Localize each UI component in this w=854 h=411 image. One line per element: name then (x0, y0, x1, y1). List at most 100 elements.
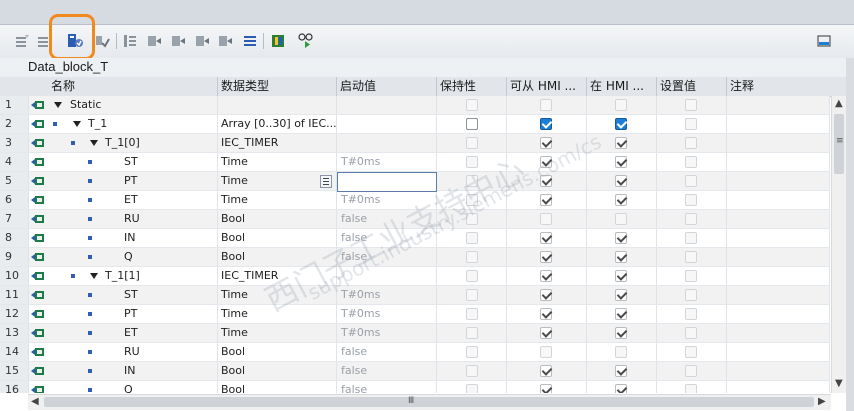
setpoint-checkbox[interactable] (685, 346, 697, 358)
setpoint-checkbox[interactable] (685, 365, 697, 377)
table-row[interactable]: 14 RU Bool false (0, 343, 830, 362)
setpoint-checkbox[interactable] (685, 251, 697, 263)
hmi-visible-checkbox[interactable] (615, 213, 627, 225)
col-start-value[interactable]: 启动值 (337, 77, 437, 96)
retain-checkbox[interactable] (466, 137, 478, 149)
col-retain[interactable]: 保持性 (437, 77, 507, 96)
name-cell[interactable] (48, 248, 218, 266)
hmi-visible-checkbox[interactable] (615, 137, 627, 149)
start-value-cell[interactable]: T#0ms (337, 286, 437, 304)
hmi-visible-checkbox[interactable] (615, 118, 627, 130)
hmi-accessible-checkbox[interactable] (540, 232, 552, 244)
data-type-cell[interactable]: Bool (218, 381, 337, 393)
setpoint-checkbox[interactable] (685, 270, 697, 282)
retain-checkbox[interactable] (466, 118, 478, 130)
data-type-cell[interactable]: Time (218, 153, 337, 171)
retain-checkbox[interactable] (466, 346, 478, 358)
hmi-visible-checkbox[interactable] (615, 384, 627, 393)
start-value-editor[interactable] (337, 172, 437, 192)
setpoint-checkbox[interactable] (685, 289, 697, 301)
retain-checkbox[interactable] (466, 194, 478, 206)
start-value-cell[interactable]: T#0ms (337, 305, 437, 323)
hmi-accessible-checkbox[interactable] (540, 365, 552, 377)
hmi-accessible-checkbox[interactable] (540, 156, 552, 168)
start-value-cell[interactable]: false (337, 210, 437, 228)
hmi-visible-checkbox[interactable] (615, 251, 627, 263)
retain-checkbox[interactable] (466, 213, 478, 225)
col-comment[interactable]: 注释 (727, 77, 854, 96)
hmi-accessible-checkbox[interactable] (540, 384, 552, 393)
data-type-cell[interactable]: Bool (218, 229, 337, 247)
retain-checkbox[interactable] (466, 327, 478, 339)
hmi-visible-checkbox[interactable] (615, 175, 627, 187)
hmi-visible-checkbox[interactable] (615, 327, 627, 339)
data-type-cell[interactable]: Time (218, 324, 337, 342)
hmi-accessible-checkbox[interactable] (540, 251, 552, 263)
setpoint-checkbox[interactable] (685, 232, 697, 244)
table-row[interactable]: 3 T_1[0] IEC_TIMER (0, 134, 830, 153)
hmi-visible-checkbox[interactable] (615, 232, 627, 244)
setpoint-checkbox[interactable] (685, 194, 697, 206)
retain-checkbox[interactable] (466, 289, 478, 301)
scroll-right-icon[interactable]: ▶ (818, 396, 826, 407)
table-row[interactable]: 15 IN Bool false (0, 362, 830, 381)
list-icon[interactable] (215, 31, 235, 51)
col-datatype[interactable]: 数据类型 (218, 77, 337, 96)
start-value-cell[interactable] (337, 134, 437, 152)
window-layout-icon[interactable] (814, 31, 834, 51)
data-type-cell[interactable]: Bool (218, 362, 337, 380)
data-type-cell[interactable]: Bool (218, 248, 337, 266)
expand-arrow-icon[interactable] (54, 102, 62, 108)
retain-checkbox[interactable] (466, 384, 478, 393)
col-name[interactable]: 名称 (48, 77, 218, 96)
setpoint-checkbox[interactable] (685, 175, 697, 187)
expand-arrow-icon[interactable] (73, 121, 81, 127)
data-type-cell[interactable]: Time (218, 191, 337, 209)
monitor-all-icon[interactable] (296, 31, 316, 51)
hmi-visible-checkbox[interactable] (615, 99, 627, 111)
horizontal-scrollbar[interactable]: ◀ Ⅲ ▶ (28, 394, 831, 410)
hmi-accessible-checkbox[interactable] (540, 213, 552, 225)
hmi-accessible-checkbox[interactable] (540, 270, 552, 282)
start-value-cell[interactable]: false (337, 343, 437, 361)
copy-snapshot-icon[interactable] (168, 31, 188, 51)
table-row[interactable]: 4 ST Time T#0ms (0, 153, 830, 172)
table-row[interactable]: 11 ST Time T#0ms (0, 286, 830, 305)
scroll-left-icon[interactable]: ◀ (31, 396, 39, 407)
hmi-accessible-checkbox[interactable] (540, 346, 552, 358)
data-type-cell[interactable]: Time (218, 305, 337, 323)
table-row[interactable]: 16 Q Bool false (0, 381, 830, 393)
retain-checkbox[interactable] (466, 175, 478, 187)
hmi-visible-checkbox[interactable] (615, 156, 627, 168)
next-icon[interactable] (192, 31, 212, 51)
data-type-cell[interactable]: Bool (218, 343, 337, 361)
hmi-visible-checkbox[interactable] (615, 365, 627, 377)
start-value-cell[interactable]: false (337, 248, 437, 266)
hmi-visible-checkbox[interactable] (615, 289, 627, 301)
data-type-cell[interactable]: Bool (218, 210, 337, 228)
setpoint-checkbox[interactable] (685, 99, 697, 111)
data-type-cell[interactable]: Time (218, 286, 337, 304)
hmi-accessible-checkbox[interactable] (540, 327, 552, 339)
setpoint-checkbox[interactable] (685, 327, 697, 339)
start-value-cell[interactable]: false (337, 381, 437, 393)
table-row[interactable]: 9 Q Bool false (0, 248, 830, 267)
insert-row-icon[interactable] (12, 31, 32, 51)
start-value-cell[interactable]: false (337, 229, 437, 247)
setpoint-checkbox[interactable] (685, 384, 697, 393)
hmi-visible-checkbox[interactable] (615, 346, 627, 358)
expand-arrow-icon[interactable] (90, 273, 98, 279)
collapse-icon[interactable] (144, 31, 164, 51)
setpoint-checkbox[interactable] (685, 137, 697, 149)
start-value-cell[interactable]: T#0ms (337, 324, 437, 342)
table-row[interactable]: 10 T_1[1] IEC_TIMER (0, 267, 830, 286)
retain-checkbox[interactable] (466, 232, 478, 244)
table-row[interactable]: 2 T_1 Array [0..30] of IEC... (0, 115, 830, 134)
data-type-cell[interactable]: Array [0..30] of IEC... (218, 115, 337, 133)
retain-checkbox[interactable] (466, 99, 478, 111)
retain-checkbox[interactable] (466, 365, 478, 377)
col-setpoint[interactable]: 设置值 (657, 77, 727, 96)
hmi-visible-checkbox[interactable] (615, 270, 627, 282)
start-value-cell[interactable] (337, 96, 437, 114)
hmi-accessible-checkbox[interactable] (540, 308, 552, 320)
